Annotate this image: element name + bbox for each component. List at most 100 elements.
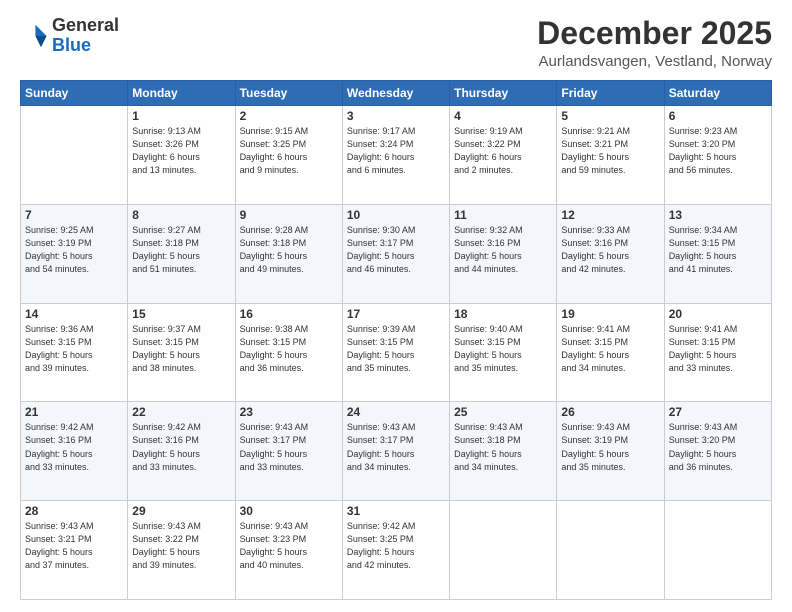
day-number: 8 bbox=[132, 208, 230, 222]
day-number: 11 bbox=[454, 208, 552, 222]
calendar-header-monday: Monday bbox=[128, 81, 235, 106]
calendar-week-row: 1 Sunrise: 9:13 AM Sunset: 3:26 PM Daylig… bbox=[21, 106, 772, 205]
calendar-header-wednesday: Wednesday bbox=[342, 81, 449, 106]
day-number: 24 bbox=[347, 405, 445, 419]
day-info: Sunrise: 9:17 AM Sunset: 3:24 PM Dayligh… bbox=[347, 125, 445, 177]
calendar-cell: 7 Sunrise: 9:25 AM Sunset: 3:19 PM Daylig… bbox=[21, 204, 128, 303]
calendar-cell bbox=[557, 501, 664, 600]
day-info: Sunrise: 9:40 AM Sunset: 3:15 PM Dayligh… bbox=[454, 323, 552, 375]
calendar-cell bbox=[450, 501, 557, 600]
calendar-cell: 12 Sunrise: 9:33 AM Sunset: 3:16 PM Dayli… bbox=[557, 204, 664, 303]
location: Aurlandsvangen, Vestland, Norway bbox=[537, 53, 772, 70]
logo-icon bbox=[20, 22, 48, 50]
day-info: Sunrise: 9:42 AM Sunset: 3:25 PM Dayligh… bbox=[347, 520, 445, 572]
day-number: 23 bbox=[240, 405, 338, 419]
day-info: Sunrise: 9:43 AM Sunset: 3:19 PM Dayligh… bbox=[561, 421, 659, 473]
day-info: Sunrise: 9:27 AM Sunset: 3:18 PM Dayligh… bbox=[132, 224, 230, 276]
calendar-cell: 28Sunrise: 9:43 AM Sunset: 3:21 PM Dayli… bbox=[21, 501, 128, 600]
calendar-week-row: 21 Sunrise: 9:42 AM Sunset: 3:16 PM Dayli… bbox=[21, 402, 772, 501]
calendar-cell: 20 Sunrise: 9:41 AM Sunset: 3:15 PM Dayli… bbox=[664, 303, 771, 402]
calendar-cell: 6 Sunrise: 9:23 AM Sunset: 3:20 PM Daylig… bbox=[664, 106, 771, 205]
day-number: 22 bbox=[132, 405, 230, 419]
day-number: 12 bbox=[561, 208, 659, 222]
calendar-cell: 19 Sunrise: 9:41 AM Sunset: 3:15 PM Dayli… bbox=[557, 303, 664, 402]
day-number: 21 bbox=[25, 405, 123, 419]
day-number: 7 bbox=[25, 208, 123, 222]
day-info: Sunrise: 9:25 AM Sunset: 3:19 PM Dayligh… bbox=[25, 224, 123, 276]
calendar-week-row: 7 Sunrise: 9:25 AM Sunset: 3:19 PM Daylig… bbox=[21, 204, 772, 303]
calendar-cell: 5Sunrise: 9:21 AM Sunset: 3:21 PM Daylig… bbox=[557, 106, 664, 205]
calendar-cell bbox=[664, 501, 771, 600]
day-info: Sunrise: 9:43 AM Sunset: 3:22 PM Dayligh… bbox=[132, 520, 230, 572]
day-info: Sunrise: 9:42 AM Sunset: 3:16 PM Dayligh… bbox=[132, 421, 230, 473]
day-number: 18 bbox=[454, 307, 552, 321]
day-info: Sunrise: 9:38 AM Sunset: 3:15 PM Dayligh… bbox=[240, 323, 338, 375]
day-number: 9 bbox=[240, 208, 338, 222]
calendar-cell: 26Sunrise: 9:43 AM Sunset: 3:19 PM Dayli… bbox=[557, 402, 664, 501]
day-info: Sunrise: 9:30 AM Sunset: 3:17 PM Dayligh… bbox=[347, 224, 445, 276]
calendar-cell: 1 Sunrise: 9:13 AM Sunset: 3:26 PM Daylig… bbox=[128, 106, 235, 205]
logo-general: General bbox=[52, 15, 119, 35]
day-info: Sunrise: 9:34 AM Sunset: 3:15 PM Dayligh… bbox=[669, 224, 767, 276]
day-info: Sunrise: 9:15 AM Sunset: 3:25 PM Dayligh… bbox=[240, 125, 338, 177]
day-info: Sunrise: 9:42 AM Sunset: 3:16 PM Dayligh… bbox=[25, 421, 123, 473]
calendar-cell: 16 Sunrise: 9:38 AM Sunset: 3:15 PM Dayli… bbox=[235, 303, 342, 402]
day-info: Sunrise: 9:43 AM Sunset: 3:20 PM Dayligh… bbox=[669, 421, 767, 473]
calendar-cell: 11 Sunrise: 9:32 AM Sunset: 3:16 PM Dayli… bbox=[450, 204, 557, 303]
day-info: Sunrise: 9:23 AM Sunset: 3:20 PM Dayligh… bbox=[669, 125, 767, 177]
calendar-cell: 2 Sunrise: 9:15 AM Sunset: 3:25 PM Daylig… bbox=[235, 106, 342, 205]
calendar-header-saturday: Saturday bbox=[664, 81, 771, 106]
calendar-cell: 17 Sunrise: 9:39 AM Sunset: 3:15 PM Dayli… bbox=[342, 303, 449, 402]
day-number: 20 bbox=[669, 307, 767, 321]
calendar-cell: 15Sunrise: 9:37 AM Sunset: 3:15 PM Dayli… bbox=[128, 303, 235, 402]
header: General Blue December 2025 Aurlandsvange… bbox=[20, 16, 772, 70]
calendar-cell: 30Sunrise: 9:43 AM Sunset: 3:23 PM Dayli… bbox=[235, 501, 342, 600]
day-number: 6 bbox=[669, 109, 767, 123]
calendar-cell: 25Sunrise: 9:43 AM Sunset: 3:18 PM Dayli… bbox=[450, 402, 557, 501]
logo-text: General Blue bbox=[52, 16, 119, 56]
day-info: Sunrise: 9:33 AM Sunset: 3:16 PM Dayligh… bbox=[561, 224, 659, 276]
calendar-cell: 24 Sunrise: 9:43 AM Sunset: 3:17 PM Dayli… bbox=[342, 402, 449, 501]
day-info: Sunrise: 9:43 AM Sunset: 3:17 PM Dayligh… bbox=[240, 421, 338, 473]
day-info: Sunrise: 9:37 AM Sunset: 3:15 PM Dayligh… bbox=[132, 323, 230, 375]
day-number: 1 bbox=[132, 109, 230, 123]
day-number: 4 bbox=[454, 109, 552, 123]
day-info: Sunrise: 9:39 AM Sunset: 3:15 PM Dayligh… bbox=[347, 323, 445, 375]
day-number: 19 bbox=[561, 307, 659, 321]
day-info: Sunrise: 9:36 AM Sunset: 3:15 PM Dayligh… bbox=[25, 323, 123, 375]
day-number: 29 bbox=[132, 504, 230, 518]
calendar-cell: 9 Sunrise: 9:28 AM Sunset: 3:18 PM Daylig… bbox=[235, 204, 342, 303]
calendar-header-sunday: Sunday bbox=[21, 81, 128, 106]
day-info: Sunrise: 9:28 AM Sunset: 3:18 PM Dayligh… bbox=[240, 224, 338, 276]
calendar-cell: 23 Sunrise: 9:43 AM Sunset: 3:17 PM Dayli… bbox=[235, 402, 342, 501]
day-number: 2 bbox=[240, 109, 338, 123]
day-info: Sunrise: 9:41 AM Sunset: 3:15 PM Dayligh… bbox=[669, 323, 767, 375]
day-info: Sunrise: 9:43 AM Sunset: 3:17 PM Dayligh… bbox=[347, 421, 445, 473]
page: General Blue December 2025 Aurlandsvange… bbox=[0, 0, 792, 612]
day-info: Sunrise: 9:19 AM Sunset: 3:22 PM Dayligh… bbox=[454, 125, 552, 177]
calendar-cell: 29 Sunrise: 9:43 AM Sunset: 3:22 PM Dayli… bbox=[128, 501, 235, 600]
calendar-cell: 4 Sunrise: 9:19 AM Sunset: 3:22 PM Daylig… bbox=[450, 106, 557, 205]
calendar-cell: 27 Sunrise: 9:43 AM Sunset: 3:20 PM Dayli… bbox=[664, 402, 771, 501]
day-number: 16 bbox=[240, 307, 338, 321]
calendar-cell: 18 Sunrise: 9:40 AM Sunset: 3:15 PM Dayli… bbox=[450, 303, 557, 402]
calendar-cell: 13 Sunrise: 9:34 AM Sunset: 3:15 PM Dayli… bbox=[664, 204, 771, 303]
day-number: 3 bbox=[347, 109, 445, 123]
calendar-cell: 22 Sunrise: 9:42 AM Sunset: 3:16 PM Dayli… bbox=[128, 402, 235, 501]
day-info: Sunrise: 9:43 AM Sunset: 3:21 PM Dayligh… bbox=[25, 520, 123, 572]
day-info: Sunrise: 9:13 AM Sunset: 3:26 PM Dayligh… bbox=[132, 125, 230, 177]
day-number: 10 bbox=[347, 208, 445, 222]
day-number: 31 bbox=[347, 504, 445, 518]
day-info: Sunrise: 9:32 AM Sunset: 3:16 PM Dayligh… bbox=[454, 224, 552, 276]
logo-blue: Blue bbox=[52, 35, 91, 55]
day-info: Sunrise: 9:21 AM Sunset: 3:21 PM Dayligh… bbox=[561, 125, 659, 177]
day-number: 17 bbox=[347, 307, 445, 321]
calendar-header-row: SundayMondayTuesdayWednesdayThursdayFrid… bbox=[21, 81, 772, 106]
calendar-table: SundayMondayTuesdayWednesdayThursdayFrid… bbox=[20, 80, 772, 600]
calendar-cell: 14 Sunrise: 9:36 AM Sunset: 3:15 PM Dayli… bbox=[21, 303, 128, 402]
day-number: 27 bbox=[669, 405, 767, 419]
day-info: Sunrise: 9:41 AM Sunset: 3:15 PM Dayligh… bbox=[561, 323, 659, 375]
day-number: 14 bbox=[25, 307, 123, 321]
day-number: 13 bbox=[669, 208, 767, 222]
calendar-header-tuesday: Tuesday bbox=[235, 81, 342, 106]
